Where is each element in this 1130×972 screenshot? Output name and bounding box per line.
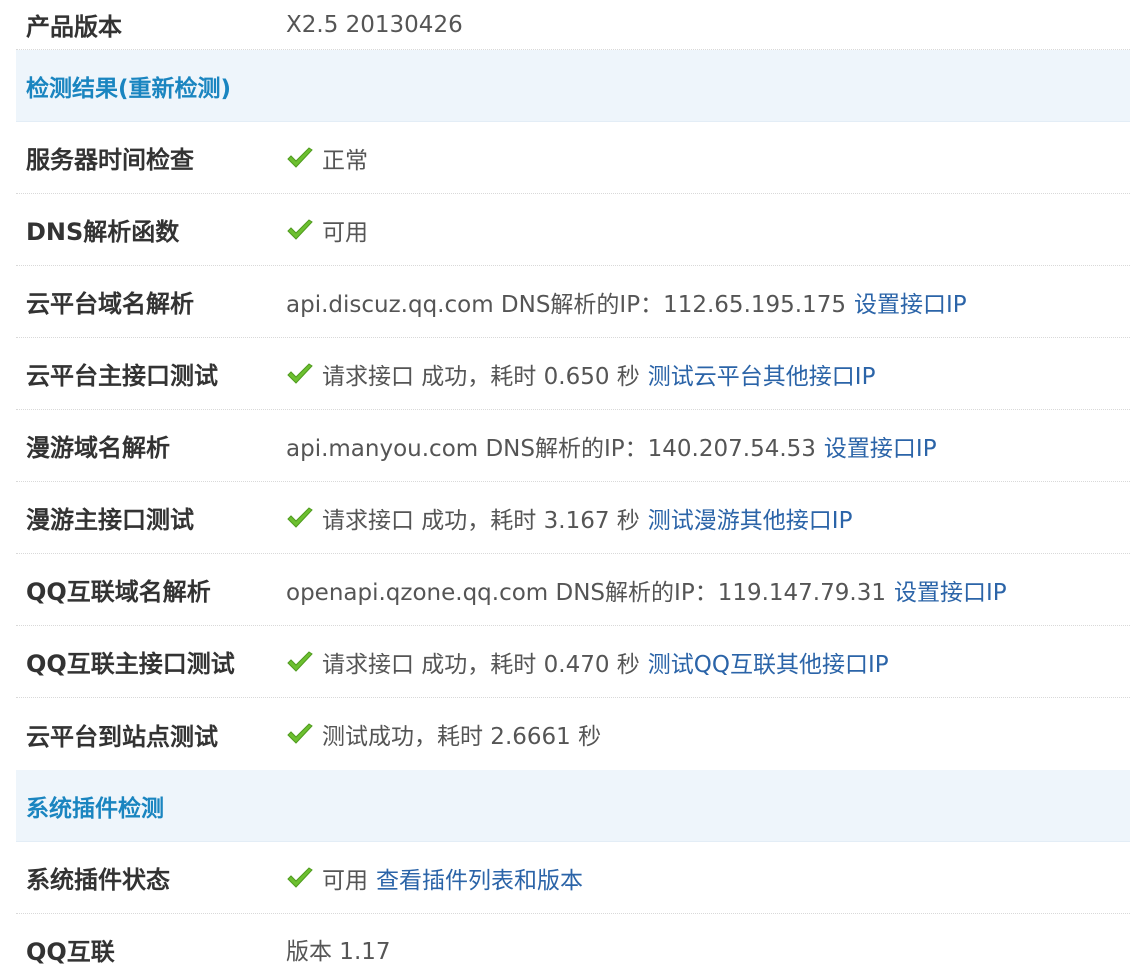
qq-domain-text: openapi.qzone.qq.com DNS解析的IP：119.147.79… <box>286 579 886 606</box>
manyou-domain-row: 漫游域名解析 api.manyou.com DNS解析的IP：140.207.5… <box>16 410 1130 482</box>
product-version-row: 产品版本 X2.5 20130426 <box>16 0 1130 50</box>
section-plugin-header: 系统插件检测 <box>16 770 1130 842</box>
section-detect-title[interactable]: 检测结果(重新检测) <box>26 69 231 103</box>
server-time-label: 服务器时间检查 <box>26 146 194 174</box>
product-version-label: 产品版本 <box>26 13 122 41</box>
qq-main-text: 请求接口 成功，耗时 0.470 秒 <box>322 651 640 678</box>
plugin-status-value: 可用 查看插件列表和版本 <box>286 861 583 895</box>
check-icon <box>287 866 313 888</box>
qq-connect-version: 版本 1.17 <box>286 939 391 965</box>
dns-func-value: 可用 <box>286 213 368 247</box>
server-time-status: 正常 <box>322 147 368 174</box>
cloud-domain-row: 云平台域名解析 api.discuz.qq.com DNS解析的IP：112.6… <box>16 266 1130 338</box>
dns-func-row: DNS解析函数 可用 <box>16 194 1130 266</box>
cloud-site-value: 测试成功，耗时 2.6661 秒 <box>286 717 601 751</box>
qq-main-row: QQ互联主接口测试 请求接口 成功，耗时 0.470 秒 测试QQ互联其他接口I… <box>16 626 1130 698</box>
cloud-site-text: 测试成功，耗时 2.6661 秒 <box>322 724 602 750</box>
dns-func-status: 可用 <box>322 219 368 246</box>
diagnostics-panel: 产品版本 X2.5 20130426 检测结果(重新检测) 服务器时间检查 正常… <box>16 0 1130 972</box>
manyou-domain-label: 漫游域名解析 <box>26 434 170 462</box>
manyou-main-value: 请求接口 成功，耗时 3.167 秒 测试漫游其他接口IP <box>286 501 852 535</box>
manyou-main-row: 漫游主接口测试 请求接口 成功，耗时 3.167 秒 测试漫游其他接口IP <box>16 482 1130 554</box>
check-icon <box>287 650 313 672</box>
check-icon <box>287 218 313 240</box>
section-plugin-title: 系统插件检测 <box>26 795 164 822</box>
cloud-main-label: 云平台主接口测试 <box>26 362 218 390</box>
view-plugin-list-link[interactable]: 查看插件列表和版本 <box>376 861 583 895</box>
qq-connect-label: QQ互联 <box>26 937 115 966</box>
qq-domain-label: QQ互联域名解析 <box>26 578 211 606</box>
plugin-status-label: 系统插件状态 <box>26 866 170 894</box>
check-icon <box>287 723 313 744</box>
product-version-value: X2.5 20130426 <box>286 11 463 38</box>
cloud-site-row: 云平台到站点测试 测试成功，耗时 2.6661 秒 <box>16 698 1130 770</box>
qq-domain-value: openapi.qzone.qq.com DNS解析的IP：119.147.79… <box>286 573 1007 607</box>
check-icon <box>287 362 313 384</box>
cloud-domain-text: api.discuz.qq.com DNS解析的IP：112.65.195.17… <box>286 291 846 318</box>
cloud-domain-set-ip-link[interactable]: 设置接口IP <box>854 285 967 319</box>
server-time-value: 正常 <box>286 141 368 175</box>
manyou-main-text: 请求接口 成功，耗时 3.167 秒 <box>322 507 640 534</box>
section-detect-header[interactable]: 检测结果(重新检测) <box>16 50 1130 122</box>
cloud-main-text: 请求接口 成功，耗时 0.650 秒 <box>322 363 640 390</box>
cloud-domain-value: api.discuz.qq.com DNS解析的IP：112.65.195.17… <box>286 285 967 319</box>
plugin-status-row: 系统插件状态 可用 查看插件列表和版本 <box>16 842 1130 914</box>
qq-main-test-link[interactable]: 测试QQ互联其他接口IP <box>648 645 889 679</box>
manyou-main-test-link[interactable]: 测试漫游其他接口IP <box>648 501 853 535</box>
qq-connect-row: QQ互联 版本 1.17 <box>16 914 1130 972</box>
manyou-domain-set-ip-link[interactable]: 设置接口IP <box>824 429 937 463</box>
manyou-domain-value: api.manyou.com DNS解析的IP：140.207.54.53 设置… <box>286 429 937 463</box>
cloud-main-test-link[interactable]: 测试云平台其他接口IP <box>648 357 876 391</box>
cloud-main-row: 云平台主接口测试 请求接口 成功，耗时 0.650 秒 测试云平台其他接口IP <box>16 338 1130 410</box>
cloud-site-label: 云平台到站点测试 <box>26 722 218 751</box>
server-time-row: 服务器时间检查 正常 <box>16 122 1130 194</box>
qq-domain-row: QQ互联域名解析 openapi.qzone.qq.com DNS解析的IP：1… <box>16 554 1130 626</box>
cloud-main-value: 请求接口 成功，耗时 0.650 秒 测试云平台其他接口IP <box>286 357 875 391</box>
manyou-domain-text: api.manyou.com DNS解析的IP：140.207.54.53 <box>286 435 816 462</box>
plugin-status-text: 可用 <box>322 867 368 894</box>
qq-domain-set-ip-link[interactable]: 设置接口IP <box>894 573 1007 607</box>
qq-main-value: 请求接口 成功，耗时 0.470 秒 测试QQ互联其他接口IP <box>286 645 889 679</box>
check-icon <box>287 506 313 528</box>
check-icon <box>287 146 313 168</box>
manyou-main-label: 漫游主接口测试 <box>26 506 194 534</box>
qq-main-label: QQ互联主接口测试 <box>26 650 235 678</box>
dns-func-label: DNS解析函数 <box>26 218 180 246</box>
cloud-domain-label: 云平台域名解析 <box>26 290 194 318</box>
